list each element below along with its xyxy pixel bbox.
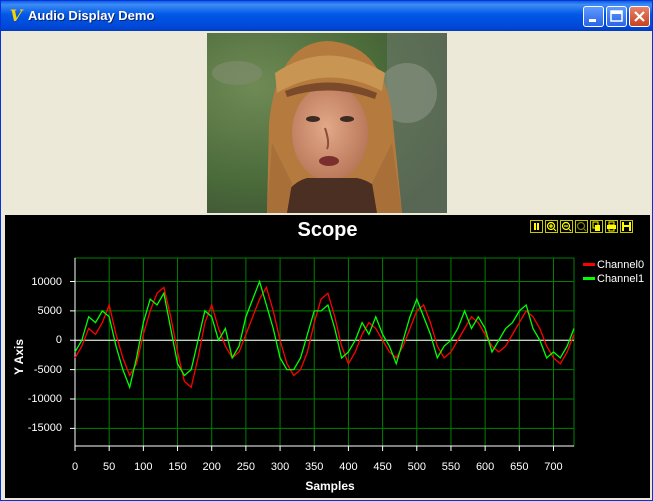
close-button[interactable] — [629, 6, 650, 27]
minimize-button[interactable] — [583, 6, 604, 27]
app-window: V Audio Display Demo Scope Channel0 Chan… — [0, 0, 653, 501]
series-line-channel1 — [74, 279, 575, 390]
scope-plot[interactable] — [5, 215, 650, 498]
x-tick-label: 700 — [544, 461, 563, 473]
x-tick-label: 150 — [168, 461, 187, 473]
window-title: Audio Display Demo — [28, 8, 155, 23]
x-tick-label: 550 — [441, 461, 461, 473]
app-v-icon[interactable]: V — [7, 7, 25, 25]
x-tick-label: 400 — [339, 461, 358, 473]
close-icon — [634, 11, 645, 22]
maximize-icon — [610, 10, 623, 22]
x-tick-label: 600 — [475, 461, 495, 473]
x-tick-label: 650 — [510, 461, 529, 473]
x-tick-label: 50 — [103, 461, 116, 473]
video-frame-image — [207, 33, 447, 213]
title-bar[interactable]: V Audio Display Demo — [1, 1, 652, 31]
y-tick-label: 10000 — [31, 275, 62, 288]
scope-panel: Scope Channel0 Channel1 10000 5000 0 -50… — [5, 215, 650, 498]
y-axis-label: Y Axis — [12, 338, 26, 376]
y-tick-label: 5000 — [37, 304, 62, 317]
x-tick-label: 500 — [407, 461, 426, 473]
x-tick-label: 300 — [270, 461, 290, 473]
y-tick-label: -10000 — [27, 393, 62, 405]
x-tick-label: 350 — [305, 461, 324, 473]
x-axis-label: Samples — [305, 479, 355, 493]
video-panel — [5, 31, 650, 215]
x-tick-label: 250 — [236, 461, 256, 473]
x-tick-label: 450 — [373, 461, 392, 473]
x-tick-label: 200 — [202, 461, 221, 473]
x-tick-label: 0 — [71, 461, 79, 473]
y-tick-label: -15000 — [27, 422, 62, 435]
maximize-button[interactable] — [606, 6, 627, 27]
x-tick-label: 100 — [134, 461, 153, 473]
minimize-icon — [589, 19, 596, 22]
